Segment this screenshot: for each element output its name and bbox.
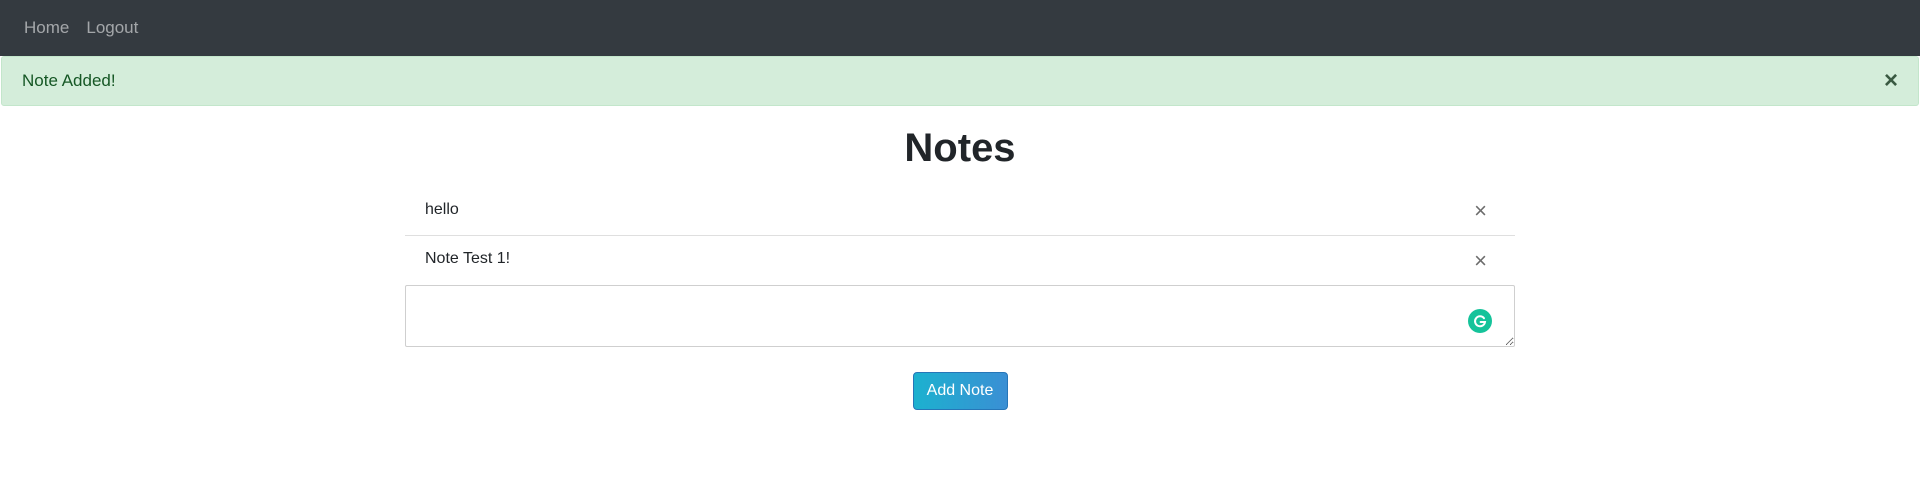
button-row: Add Note [405,372,1515,410]
grammarly-glyph-icon [1474,315,1487,328]
navbar: Home Logout [0,0,1920,56]
note-list: hello × Note Test 1! × [405,187,1515,285]
alert-close-icon[interactable]: × [1884,69,1898,93]
note-item: Note Test 1! × [405,236,1515,285]
note-text: Note Test 1! [425,250,511,267]
page-title: Notes [904,126,1016,170]
alert-message: Note Added! [22,71,116,90]
grammarly-icon[interactable] [1468,309,1492,333]
nav-logout-link[interactable]: Logout [86,18,138,38]
note-item: hello × [405,187,1515,236]
delete-note-icon[interactable]: × [1474,200,1487,222]
nav-home-link[interactable]: Home [24,18,69,38]
note-text: hello [425,200,459,218]
add-note-button[interactable]: Add Note [912,372,1008,410]
success-alert: Note Added! × [1,56,1919,106]
note-input[interactable] [405,285,1515,347]
delete-note-icon[interactable]: × [1474,249,1487,272]
note-input-wrapper [405,285,1515,347]
notes-container: hello × Note Test 1! × Add Note [405,187,1515,410]
